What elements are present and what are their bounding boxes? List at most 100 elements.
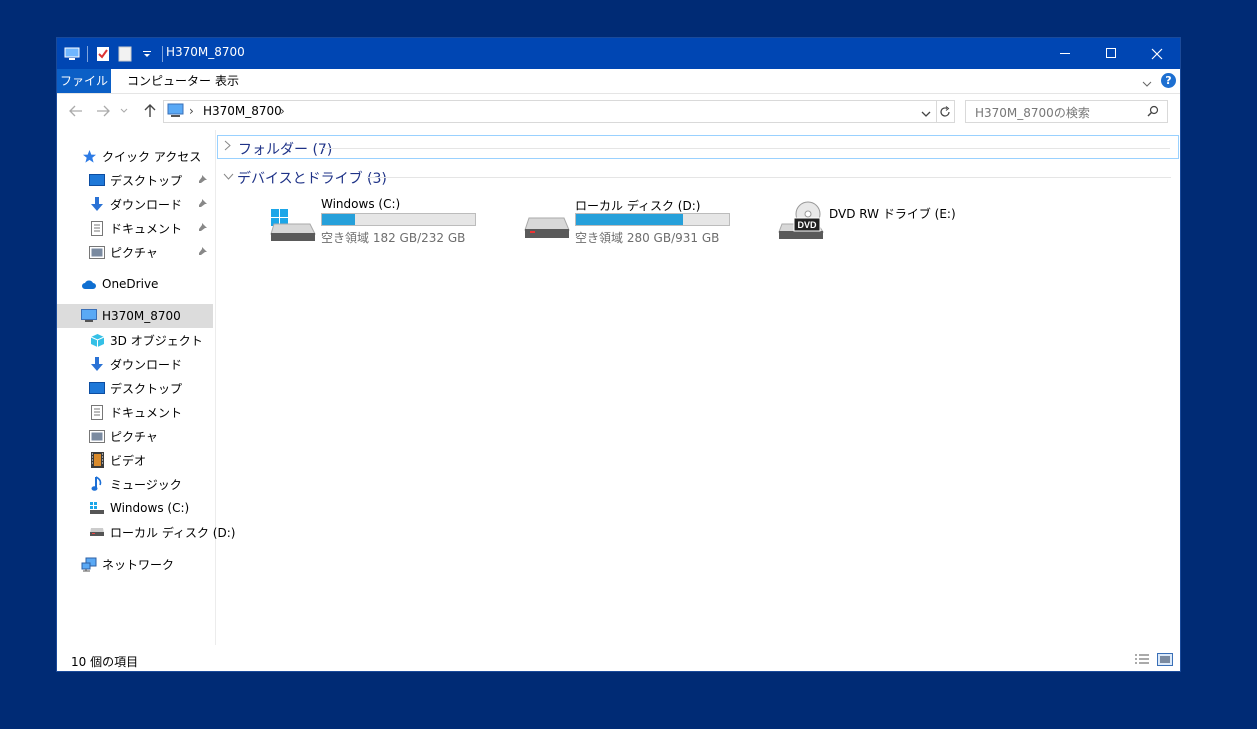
drive-free-space: 空き領域 182 GB/232 GB — [321, 231, 466, 245]
explorer-window: H370M_8700 ファイル コンピューター 表示 ? › H370M_870… — [57, 38, 1180, 671]
drive-free-space: 空き領域 280 GB/931 GB — [575, 231, 720, 245]
nav-label: ネットワーク — [102, 557, 175, 572]
nav-label: 3D オブジェクト — [110, 333, 203, 348]
pin-icon[interactable] — [198, 174, 210, 186]
nav-drive-d[interactable]: ローカル ディスク (D:) — [89, 520, 235, 544]
nav-quick-pictures[interactable]: ピクチャ — [89, 240, 158, 264]
new-folder-icon[interactable] — [116, 45, 134, 63]
details-view-button[interactable] — [1134, 653, 1150, 670]
nav-quick-downloads[interactable]: ダウンロード — [89, 192, 182, 216]
minimize-button[interactable] — [1042, 38, 1088, 69]
nav-onedrive[interactable]: OneDrive — [81, 272, 158, 296]
nav-this-pc[interactable]: H370M_8700 — [57, 304, 213, 328]
drive-name: ローカル ディスク (D:) — [575, 199, 701, 213]
nav-network[interactable]: ネットワーク — [81, 552, 174, 576]
hard-drive-icon — [89, 524, 105, 540]
pin-icon[interactable] — [198, 198, 210, 210]
chevron-right-icon[interactable] — [224, 140, 231, 154]
breadcrumb-computer[interactable]: H370M_8700 — [203, 104, 282, 118]
back-button[interactable] — [65, 101, 87, 121]
properties-icon[interactable] — [94, 45, 112, 63]
drive-c-tile[interactable]: Windows (C:) 空き領域 182 GB/232 GB — [270, 194, 490, 250]
nav-label: ダウンロード — [110, 197, 183, 212]
drive-usage-bar — [575, 213, 730, 226]
ribbon-tabs: ファイル コンピューター 表示 ? — [57, 69, 1180, 94]
expand-ribbon-icon[interactable] — [1142, 77, 1152, 91]
search-input[interactable]: H370M_8700の検索 — [965, 100, 1168, 123]
help-icon[interactable]: ? — [1161, 73, 1176, 88]
breadcrumb-chevron-icon[interactable]: › — [189, 104, 194, 118]
nav-label: Windows (C:) — [110, 501, 190, 515]
nav-desktop[interactable]: デスクトップ — [89, 376, 182, 400]
search-icon[interactable] — [1147, 105, 1159, 120]
large-icons-view-button[interactable] — [1157, 653, 1173, 670]
nav-quick-desktop[interactable]: デスクトップ — [89, 168, 182, 192]
dvd-drive-icon: DVD — [778, 200, 824, 245]
nav-3d-objects[interactable]: 3D オブジェクト — [89, 328, 203, 352]
cube-icon — [89, 332, 105, 348]
nav-downloads[interactable]: ダウンロード — [89, 352, 182, 376]
up-button[interactable] — [139, 101, 161, 121]
drive-e-tile[interactable]: DVD DVD RW ドライブ (E:) — [778, 194, 998, 250]
nav-drive-c[interactable]: Windows (C:) — [89, 496, 189, 520]
maximize-button[interactable] — [1088, 38, 1134, 69]
nav-label: ドキュメント — [110, 405, 183, 420]
computer-icon[interactable] — [63, 45, 81, 63]
pin-icon[interactable] — [198, 222, 210, 234]
hard-drive-icon — [524, 216, 570, 245]
video-icon — [89, 452, 105, 468]
network-icon — [81, 556, 97, 572]
nav-label: デスクトップ — [110, 381, 183, 396]
dvd-badge: DVD — [797, 220, 817, 230]
drive-usage-bar — [321, 213, 476, 226]
nav-label: ローカル ディスク (D:) — [110, 525, 236, 540]
breadcrumb-chevron-icon[interactable]: › — [280, 104, 285, 118]
document-icon — [89, 404, 105, 420]
tab-computer[interactable]: コンピューター — [127, 69, 211, 93]
drive-name: Windows (C:) — [321, 197, 401, 211]
chevron-down-icon[interactable] — [138, 45, 156, 63]
forward-button[interactable] — [92, 101, 114, 121]
computer-icon — [167, 103, 184, 121]
star-icon — [81, 148, 97, 164]
drive-d-tile[interactable]: ローカル ディスク (D:) 空き領域 280 GB/931 GB — [524, 194, 744, 250]
nav-label: デスクトップ — [110, 173, 183, 188]
pictures-icon — [89, 428, 105, 444]
window-title: H370M_8700 — [166, 45, 245, 59]
nav-label: H370M_8700 — [102, 309, 181, 323]
tab-file[interactable]: ファイル — [57, 69, 111, 93]
nav-quick-access[interactable]: クイック アクセス — [81, 144, 201, 168]
close-button[interactable] — [1134, 38, 1180, 69]
nav-music[interactable]: ミュージック — [89, 472, 182, 496]
nav-label: クイック アクセス — [102, 149, 202, 164]
nav-label: ミュージック — [110, 477, 182, 492]
group-devices[interactable]: デバイスとドライブ (3) — [217, 165, 1179, 189]
document-icon — [89, 220, 105, 236]
search-placeholder: H370M_8700の検索 — [975, 106, 1090, 120]
group-divider — [367, 177, 1171, 178]
title-bar[interactable]: H370M_8700 — [57, 38, 1180, 69]
nav-quick-documents[interactable]: ドキュメント — [89, 216, 182, 240]
windows-drive-icon — [89, 500, 105, 516]
refresh-button[interactable] — [935, 100, 955, 123]
drive-usage-fill — [322, 214, 356, 225]
tab-view[interactable]: 表示 — [215, 69, 239, 93]
pictures-icon — [89, 244, 105, 260]
nav-label: OneDrive — [102, 277, 159, 291]
chevron-down-icon[interactable] — [223, 169, 234, 183]
group-label: デバイスとドライブ (3) — [237, 171, 387, 187]
group-divider — [323, 148, 1170, 149]
item-count: 10 個の項目 — [71, 655, 139, 669]
group-folders[interactable]: フォルダー (7) — [217, 135, 1179, 159]
recent-locations-button[interactable] — [117, 101, 131, 121]
address-dropdown-icon[interactable] — [921, 107, 931, 121]
nav-documents[interactable]: ドキュメント — [89, 400, 182, 424]
download-icon — [89, 196, 105, 212]
nav-pictures[interactable]: ピクチャ — [89, 424, 158, 448]
nav-videos[interactable]: ビデオ — [89, 448, 146, 472]
nav-label: ピクチャ — [110, 245, 158, 260]
address-bar[interactable]: › H370M_8700 › — [163, 100, 937, 123]
nav-label: ドキュメント — [110, 221, 183, 236]
pin-icon[interactable] — [198, 246, 210, 258]
navigation-pane: クイック アクセス デスクトップ ダウンロード ドキュメント ピクチャ OneD… — [57, 130, 235, 645]
